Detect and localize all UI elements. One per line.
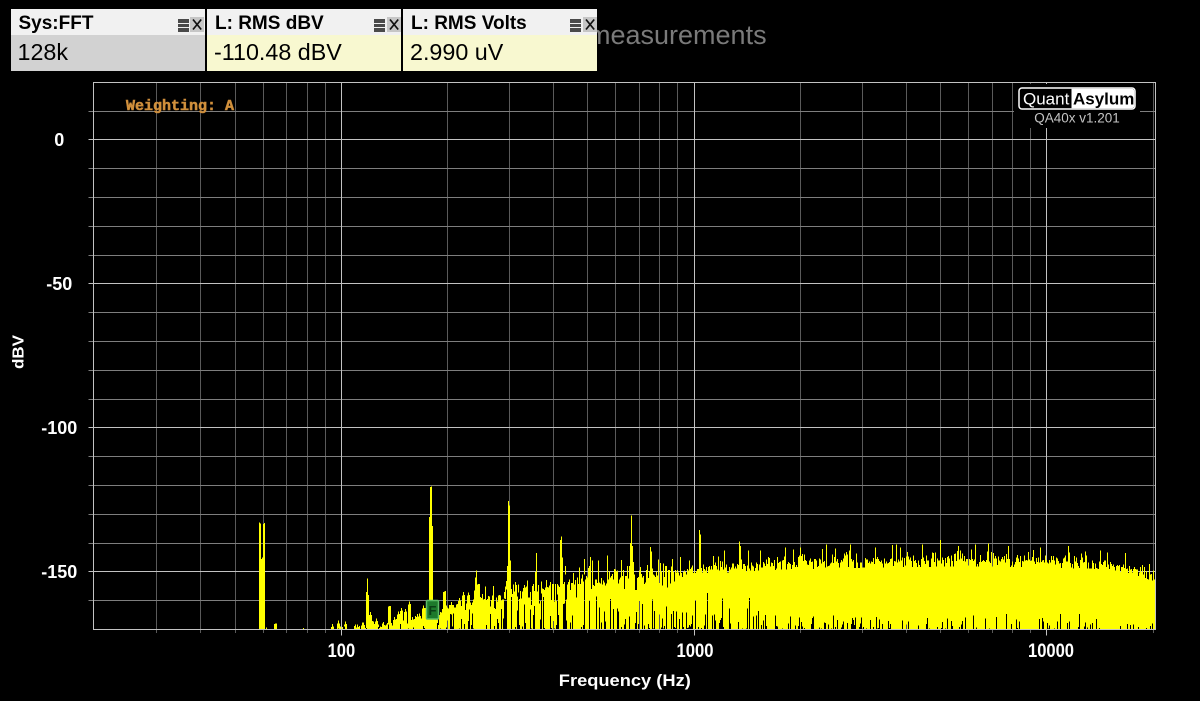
svg-text:measurements: measurements bbox=[588, 20, 767, 50]
svg-text:Asylum: Asylum bbox=[1073, 90, 1134, 109]
svg-text:10000: 10000 bbox=[1028, 641, 1074, 662]
svg-text:Weighting: A: Weighting: A bbox=[126, 98, 234, 115]
svg-text:dBV: dBV bbox=[11, 335, 28, 369]
svg-text:-100: -100 bbox=[41, 418, 77, 438]
svg-text:-150: -150 bbox=[41, 562, 77, 582]
svg-text:0: 0 bbox=[54, 130, 64, 150]
svg-text:100: 100 bbox=[328, 641, 356, 662]
svg-text:QA40x v1.201: QA40x v1.201 bbox=[1034, 111, 1120, 126]
svg-text:Quant: Quant bbox=[1023, 90, 1070, 109]
svg-text:-50: -50 bbox=[46, 274, 72, 294]
svg-text:Frequency (Hz): Frequency (Hz) bbox=[559, 671, 691, 690]
svg-text:1000: 1000 bbox=[677, 641, 714, 662]
svg-text:F: F bbox=[429, 603, 437, 618]
